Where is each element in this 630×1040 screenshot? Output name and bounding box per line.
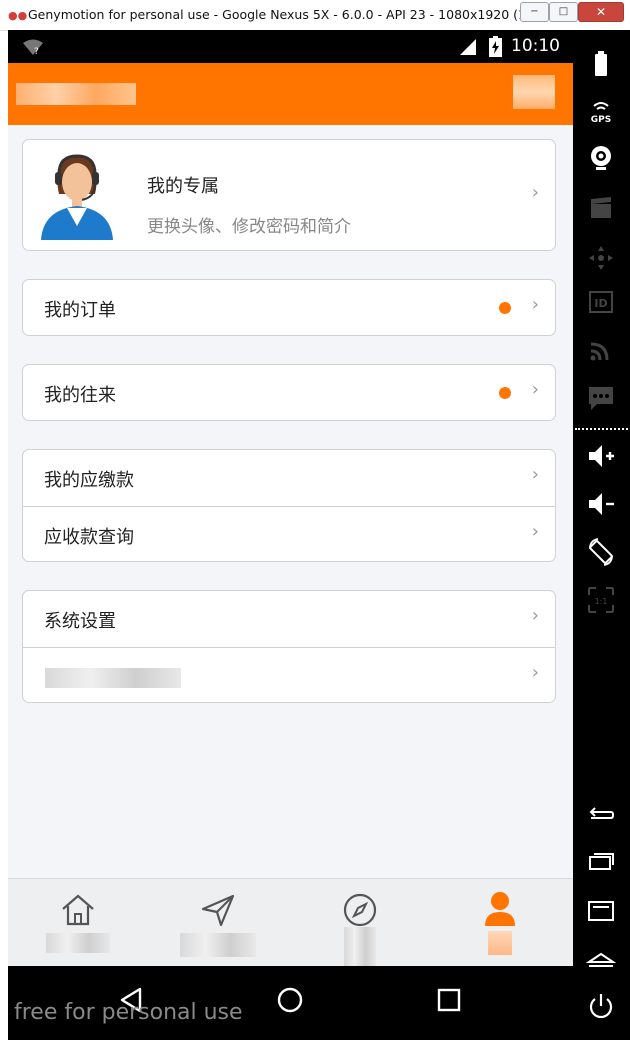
svg-text:?: ?	[34, 47, 39, 56]
menu-item-label: 应收款查询	[44, 527, 134, 548]
tab-discover[interactable]	[320, 887, 400, 967]
chevron-right-icon: ›	[531, 605, 539, 626]
notification-dot	[499, 302, 511, 314]
pixel-perfect-icon[interactable]: 1:1	[585, 584, 617, 616]
recents-icon[interactable]	[436, 987, 462, 1013]
compass-icon	[343, 893, 377, 927]
paper-plane-icon	[201, 894, 235, 927]
tab-profile[interactable]	[460, 887, 540, 959]
home-icon	[62, 894, 94, 926]
chevron-right-icon: ›	[531, 379, 539, 400]
volume-up-icon[interactable]	[585, 440, 617, 472]
battery-icon[interactable]	[585, 48, 617, 80]
menu-item-orders[interactable]: 我的订单 ›	[22, 279, 556, 336]
cell-signal-icon	[460, 39, 476, 55]
menu-item-settings[interactable]: 系统设置 ›	[23, 591, 555, 647]
menu-item-label: 我的订单	[44, 300, 116, 321]
volume-down-icon[interactable]	[585, 488, 617, 520]
chevron-right-icon: ›	[531, 294, 539, 315]
header-action-redacted[interactable]	[513, 75, 555, 109]
redacted-label	[46, 933, 110, 953]
redacted-label	[488, 931, 512, 955]
redacted-label	[45, 668, 181, 688]
redacted-label	[180, 933, 256, 957]
chevron-right-icon: ›	[531, 521, 539, 542]
chevron-right-icon: ›	[531, 662, 539, 683]
power-icon[interactable]	[585, 990, 617, 1022]
menu-icon[interactable]	[585, 894, 617, 926]
menu-item-dealings[interactable]: 我的往来 ›	[22, 364, 556, 421]
bottom-tab-bar	[8, 878, 573, 967]
emulator-toolbar: GPS ID 1:1	[573, 30, 630, 1040]
back-arrow-icon[interactable]	[585, 798, 617, 830]
window-titlebar: ●● Genymotion for personal use - Google …	[0, 0, 630, 31]
wifi-icon: ?	[23, 39, 43, 56]
menu-item-redacted[interactable]: ›	[23, 648, 555, 704]
close-button[interactable]: ✕	[578, 2, 624, 22]
svg-text:ID: ID	[594, 297, 607, 310]
menu-item-label: 我的往来	[44, 385, 116, 406]
status-bar: ? 10:10	[8, 30, 573, 63]
minimize-button[interactable]: −	[520, 2, 549, 22]
recent-apps-icon[interactable]	[585, 846, 617, 878]
redacted-label	[344, 927, 376, 967]
network-icon[interactable]	[585, 334, 617, 366]
home-button-icon[interactable]	[585, 942, 617, 974]
maximize-button[interactable]: □	[549, 2, 578, 22]
profile-card[interactable]: 我的专属 更换头像、修改密码和简介 ›	[22, 139, 556, 251]
payments-group: 我的应缴款 › 应收款查询 ›	[22, 449, 556, 562]
menu-item-receivables[interactable]: 应收款查询 ›	[23, 507, 555, 563]
clock: 10:10	[511, 36, 560, 56]
webcam-icon[interactable]	[585, 142, 617, 174]
sms-icon[interactable]	[585, 382, 617, 414]
notification-dot	[499, 387, 511, 399]
menu-item-label: 系统设置	[44, 611, 116, 632]
app-header	[8, 63, 573, 125]
battery-charging-icon	[489, 36, 502, 57]
profile-subtitle: 更换头像、修改密码和简介	[147, 217, 351, 237]
rotate-screen-icon[interactable]	[585, 536, 617, 568]
device-id-icon[interactable]: ID	[585, 286, 617, 318]
menu-item-label: 我的应缴款	[44, 470, 134, 491]
dpad-icon[interactable]	[585, 242, 617, 274]
customer-service-avatar-icon	[41, 154, 113, 240]
svg-text:1:1: 1:1	[595, 597, 608, 606]
menu-item-payables[interactable]: 我的应缴款 ›	[23, 450, 555, 506]
chevron-right-icon: ›	[531, 464, 539, 485]
person-icon	[485, 892, 515, 926]
genymotion-logo-icon: ●●	[8, 9, 28, 22]
tab-send[interactable]	[178, 887, 258, 959]
video-capture-icon[interactable]	[585, 192, 617, 224]
settings-group: 系统设置 › ›	[22, 590, 556, 703]
profile-title: 我的专属	[147, 176, 219, 197]
chevron-right-icon: ›	[531, 182, 539, 203]
watermark-text: free for personal use	[14, 1000, 243, 1025]
window-title: Genymotion for personal use - Google Nex…	[28, 7, 562, 22]
header-title-redacted	[16, 83, 136, 105]
tab-home[interactable]	[38, 887, 118, 959]
home-nav-icon[interactable]	[276, 986, 304, 1014]
toolbar-divider	[575, 428, 628, 430]
gps-icon[interactable]: GPS	[585, 96, 617, 128]
svg-text:GPS: GPS	[591, 115, 611, 125]
